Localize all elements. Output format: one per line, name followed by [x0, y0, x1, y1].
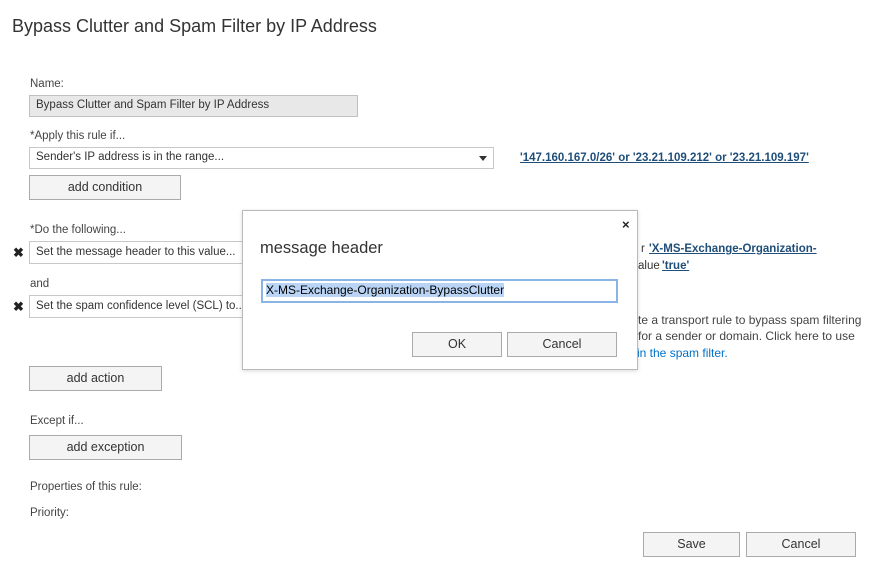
ok-button[interactable]: OK: [412, 332, 502, 357]
dialog-title: message header: [260, 239, 383, 257]
condition-select[interactable]: Sender's IP address is in the range...: [29, 147, 494, 169]
add-exception-button[interactable]: add exception: [29, 435, 182, 460]
add-condition-button[interactable]: add condition: [29, 175, 181, 200]
header-name-input-value: X-MS-Exchange-Organization-BypassClutter: [266, 283, 505, 297]
action1-value-prefix: alue: [638, 260, 660, 272]
info-text-line2: for a sender or domain. Click here to us…: [638, 329, 855, 343]
and-label: and: [30, 278, 50, 290]
header-name-link[interactable]: 'X-MS-Exchange-Organization-: [649, 243, 817, 255]
name-label: Name:: [30, 78, 64, 90]
except-label: Except if...: [30, 415, 84, 427]
message-header-dialog: × message header X-MS-Exchange-Organizat…: [242, 210, 638, 370]
remove-icon[interactable]: ✖: [13, 246, 24, 259]
cancel-button[interactable]: Cancel: [746, 532, 856, 557]
properties-label: Properties of this rule:: [30, 481, 142, 493]
name-field[interactable]: Bypass Clutter and Spam Filter by IP Add…: [29, 95, 358, 117]
priority-label: Priority:: [30, 507, 69, 519]
chevron-down-icon: [479, 156, 487, 161]
action-select-header[interactable]: Set the message header to this value...: [29, 241, 244, 264]
action-select-scl[interactable]: Set the spam confidence level (SCL) to..…: [29, 295, 244, 318]
dialog-cancel-button[interactable]: Cancel: [507, 332, 617, 357]
spam-filter-link[interactable]: in the spam filter.: [637, 346, 728, 360]
close-icon[interactable]: ×: [622, 217, 630, 232]
condition-value-link[interactable]: '147.160.167.0/26' or '23.21.109.212' or…: [520, 152, 809, 164]
info-text-line1: te a transport rule to bypass spam filte…: [638, 313, 862, 327]
action1-link-prefix: r: [641, 243, 645, 255]
condition-select-value: Sender's IP address is in the range...: [36, 151, 225, 163]
header-value-link[interactable]: 'true': [662, 260, 689, 272]
save-button[interactable]: Save: [643, 532, 740, 557]
remove-icon[interactable]: ✖: [13, 300, 24, 313]
page-title: Bypass Clutter and Spam Filter by IP Add…: [12, 16, 377, 36]
add-action-button[interactable]: add action: [29, 366, 162, 391]
header-name-input[interactable]: X-MS-Exchange-Organization-BypassClutter: [261, 279, 618, 303]
do-following-label: *Do the following...: [30, 224, 126, 236]
apply-rule-label: *Apply this rule if...: [30, 130, 126, 142]
